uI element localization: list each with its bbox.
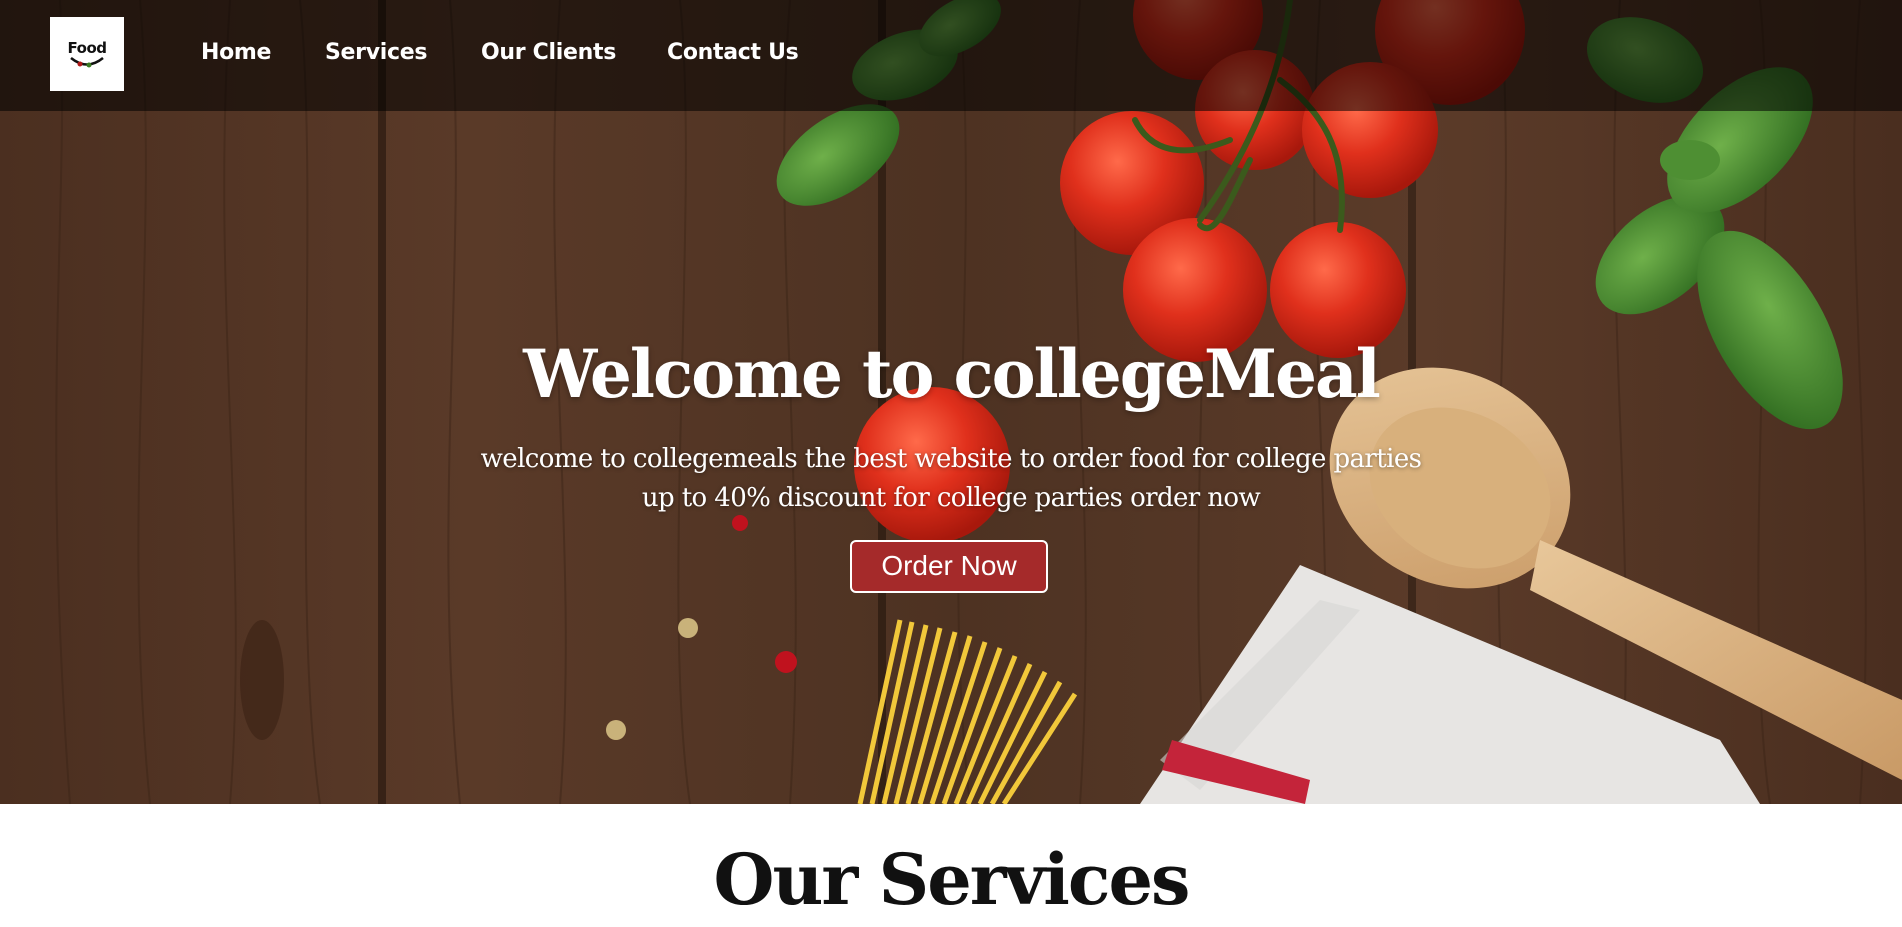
top-navbar: Food Home Services Our Clients Contact U… [0, 0, 1902, 111]
nav-contact-us-link[interactable]: Contact Us [667, 40, 799, 65]
nav-services-link[interactable]: Services [325, 40, 427, 65]
order-now-button[interactable]: Order Now [850, 540, 1048, 593]
hero-subtitle-line-1: welcome to collegemeals the best website… [480, 444, 1422, 474]
nav-our-clients-link[interactable]: Our Clients [481, 40, 616, 65]
site-logo[interactable]: Food [50, 17, 124, 91]
hero-subtitle-line-2: up to 40% discount for college parties o… [641, 483, 1261, 513]
logo-smile-icon [70, 57, 104, 68]
nav-home-link[interactable]: Home [201, 40, 271, 65]
hero-title: Welcome to collegeMeal [523, 335, 1381, 413]
services-heading: Our Services [713, 838, 1191, 921]
hero-section: Food Home Services Our Clients Contact U… [0, 0, 1902, 804]
